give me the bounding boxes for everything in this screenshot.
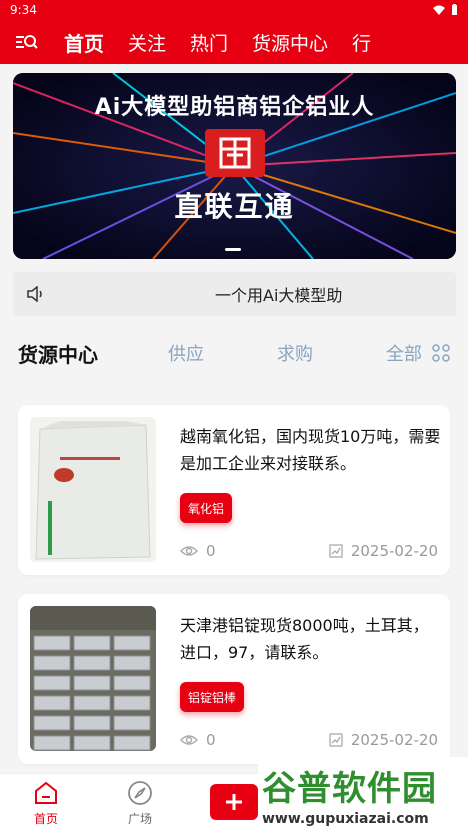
eye-icon: [180, 735, 198, 745]
watermark-main: 谷普软件园: [262, 769, 437, 809]
top-nav: 首页 关注 热门 货源中心 行: [0, 20, 468, 64]
listing-date: 2025-02-20: [329, 731, 438, 749]
watermark: 谷普软件园 www.gupuxiazai.com: [258, 757, 468, 833]
status-bar: 9:34: [0, 0, 468, 20]
listing-views: 0: [180, 731, 216, 749]
battery-icon: [452, 4, 457, 15]
date-text: 2025-02-20: [350, 731, 438, 749]
wifi-icon: [433, 5, 445, 15]
post-button[interactable]: [210, 784, 258, 820]
banner-slogan: 直联互通: [174, 190, 295, 223]
view-count: 0: [206, 731, 216, 749]
notice-text: 一个用Ai大模型助: [215, 286, 343, 305]
listing-date: 2025-02-20: [329, 542, 438, 560]
listing-thumbnail: [30, 606, 156, 751]
tab-follow[interactable]: 关注: [128, 29, 166, 56]
tab-purchase[interactable]: 求购: [277, 340, 313, 366]
watermark-url: www.gupuxiazai.com: [262, 811, 429, 827]
listing-title: 天津港铝锭现货8000吨，土耳其，进口，97，请联系。: [180, 616, 429, 662]
listing-card[interactable]: 天津港铝锭现货8000吨，土耳其，进口，97，请联系。 铝锭铝棒 0 2025-…: [18, 594, 450, 764]
tab-supply[interactable]: 供应: [168, 340, 204, 366]
trend-chart-icon: [329, 544, 343, 558]
home-icon: [35, 781, 57, 804]
speaker-icon: [27, 286, 42, 302]
tab-industry[interactable]: 行: [352, 29, 371, 56]
tabbar-square-label: 广场: [127, 812, 152, 826]
eye-icon: [180, 546, 198, 556]
listing-tag[interactable]: 氧化铝: [180, 493, 233, 523]
listing-views: 0: [180, 542, 216, 560]
listing-tag[interactable]: 铝锭铝棒: [180, 682, 245, 712]
status-icons: [433, 4, 458, 16]
listing-card[interactable]: 越南氧化铝，国内现货10万吨，需要是加工企业来对接联系。 氧化铝 0 2025-…: [18, 405, 450, 575]
tab-hot[interactable]: 热门: [190, 29, 228, 56]
listing-thumbnail: [30, 417, 156, 562]
supply-section-header: 货源中心 供应 求购 全部: [0, 330, 468, 376]
view-count: 0: [206, 542, 216, 560]
notice-bar[interactable]: 一个用Ai大模型助: [13, 272, 456, 316]
menu-search-icon[interactable]: [10, 33, 44, 51]
banner-headline: Ai大模型助铝商铝企铝业人: [94, 95, 375, 120]
date-text: 2025-02-20: [350, 542, 438, 560]
plus-icon: [226, 794, 242, 810]
compass-icon: [128, 781, 152, 805]
carousel-indicator: [225, 248, 241, 251]
grid-icon[interactable]: [432, 344, 450, 362]
brand-logo-icon: [205, 129, 265, 177]
tabbar-square[interactable]: 广场: [110, 780, 170, 827]
section-title: 货源中心: [18, 342, 98, 367]
tab-all[interactable]: 全部: [386, 340, 422, 366]
trend-chart-icon: [329, 733, 343, 747]
tabbar-home-label: 首页: [33, 812, 58, 826]
tabbar-home[interactable]: 首页: [16, 780, 76, 827]
listing-title: 越南氧化铝，国内现货10万吨，需要是加工企业来对接联系。: [180, 427, 441, 473]
banner-carousel[interactable]: Ai大模型助铝商铝企铝业人 直联互通: [13, 73, 456, 259]
status-time: 9:34: [10, 3, 37, 17]
tab-supply-center[interactable]: 货源中心: [252, 29, 328, 56]
tab-home[interactable]: 首页: [64, 28, 104, 57]
